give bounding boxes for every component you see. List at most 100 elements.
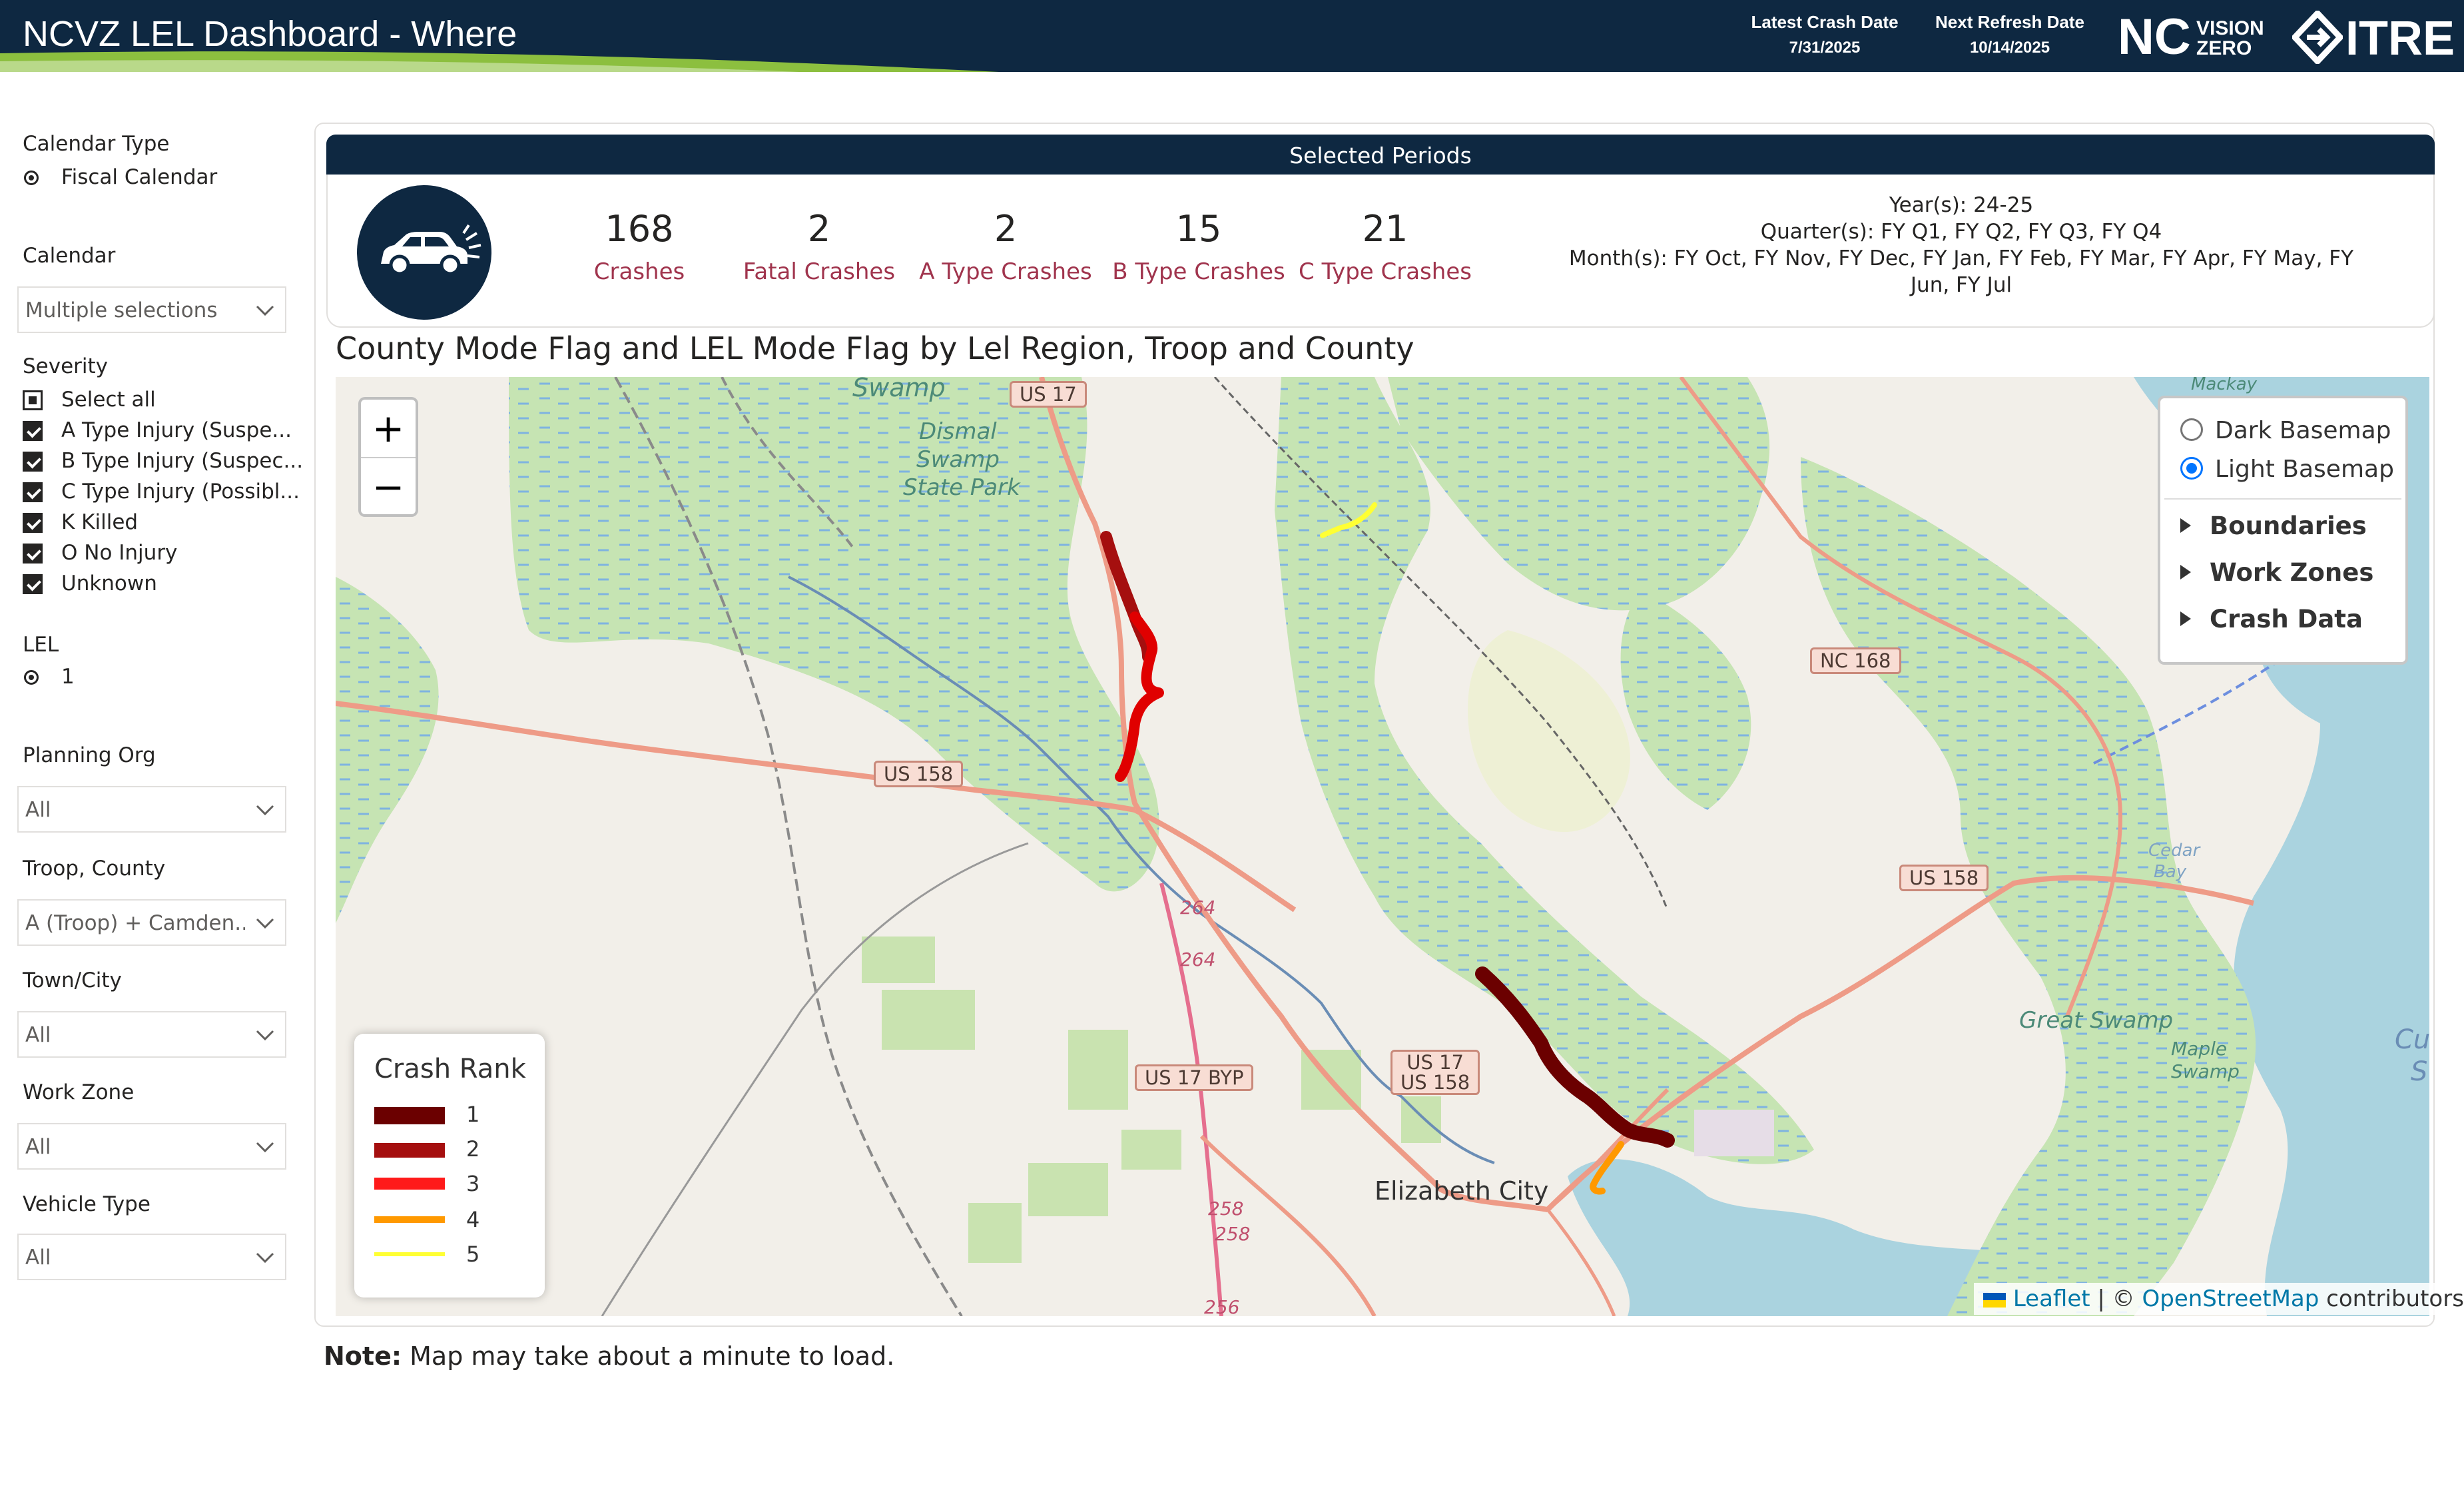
crash-map[interactable]: US 17 US 158 NC 168 US 158 US 17 BYP US … bbox=[336, 377, 2429, 1316]
vehicle-type-dropdown[interactable]: All bbox=[17, 1234, 286, 1280]
legend-label-5: 5 bbox=[466, 1242, 480, 1267]
road-label-us17-us158: US 17 US 158 bbox=[1390, 1050, 1480, 1095]
zoom-control: + − bbox=[358, 397, 418, 517]
calendar-label: Calendar bbox=[23, 244, 116, 268]
crash-segments bbox=[1100, 502, 1675, 1195]
legend-label-1: 1 bbox=[466, 1102, 480, 1127]
map-title: County Mode Flag and LEL Mode Flag by Le… bbox=[336, 330, 1414, 366]
lel-1-radio[interactable] bbox=[24, 670, 39, 685]
kpi-a-type-label: A Type Crashes bbox=[919, 258, 1092, 285]
lel-1-option[interactable]: 1 bbox=[61, 665, 75, 689]
lel-label: LEL bbox=[23, 633, 59, 657]
map-load-note: Note: Map may take about a minute to loa… bbox=[324, 1341, 895, 1371]
layer-group-crash-data[interactable]: Crash Data bbox=[2210, 605, 2363, 633]
troop-county-label: Troop, County bbox=[23, 857, 166, 881]
severity-unknown-checkbox[interactable] bbox=[23, 574, 43, 594]
calendar-type-label: Calendar Type bbox=[23, 132, 170, 156]
map-attribution: Leaflet | © OpenStreetMap contributors bbox=[1974, 1283, 2464, 1315]
dark-basemap-radio[interactable] bbox=[2180, 418, 2203, 441]
town-city-label: Town/City bbox=[23, 968, 122, 992]
place-edge-s: S bbox=[2411, 1056, 2428, 1087]
troop-county-dropdown[interactable]: A (Troop) + Camden... bbox=[17, 899, 286, 946]
road-label-us17-byp: US 17 BYP bbox=[1135, 1064, 1254, 1091]
chevron-down-icon bbox=[256, 305, 274, 316]
kpi-crashes-value: 168 bbox=[605, 208, 674, 250]
chevron-down-icon bbox=[256, 805, 274, 816]
legend-swatch-1 bbox=[374, 1107, 445, 1124]
layer-divider bbox=[2164, 498, 2401, 500]
place-maple-swamp: Swamp bbox=[2171, 1060, 2240, 1082]
periods-months-cont: Jun, FY Jul bbox=[1910, 273, 2012, 297]
zoom-in-button[interactable]: + bbox=[361, 400, 416, 457]
route-264-label: 264 bbox=[1180, 897, 1216, 919]
route-256-label: 256 bbox=[1204, 1296, 1240, 1316]
light-basemap-label[interactable]: Light Basemap bbox=[2215, 456, 2394, 483]
leaflet-link[interactable]: Leaflet bbox=[2013, 1286, 2090, 1312]
severity-b-label[interactable]: B Type Injury (Suspec... bbox=[61, 449, 303, 473]
legend-label-3: 3 bbox=[466, 1171, 480, 1196]
car-crash-icon bbox=[357, 185, 491, 320]
kpi-c-type-label: C Type Crashes bbox=[1299, 258, 1472, 285]
severity-k-checkbox[interactable] bbox=[23, 513, 43, 533]
severity-select-all-label[interactable]: Select all bbox=[61, 388, 156, 412]
vehicle-type-label: Vehicle Type bbox=[23, 1192, 151, 1216]
route-264-label-2: 264 bbox=[1180, 948, 1216, 970]
legend-swatch-3 bbox=[374, 1178, 445, 1190]
work-zone-dropdown[interactable]: All bbox=[17, 1123, 286, 1170]
layer-control: Dark Basemap Light Basemap Boundaries Wo… bbox=[2158, 396, 2408, 665]
place-cedar: Cedar bbox=[2148, 841, 2200, 861]
nc-vision-zero-logo: NC VISION ZERO bbox=[2118, 9, 2264, 65]
severity-label: Severity bbox=[23, 354, 109, 378]
place-swamp: Swamp bbox=[916, 446, 1000, 473]
severity-o-checkbox[interactable] bbox=[23, 544, 43, 563]
dark-basemap-label[interactable]: Dark Basemap bbox=[2215, 417, 2391, 444]
road-label-us158-east: US 158 bbox=[1899, 865, 1989, 891]
town-city-dropdown[interactable]: All bbox=[17, 1011, 286, 1058]
fiscal-calendar-radio[interactable] bbox=[24, 171, 39, 185]
calendar-dropdown[interactable]: Multiple selections bbox=[17, 286, 286, 333]
latest-crash-label: Latest Crash Date bbox=[1751, 12, 1899, 32]
kpi-c-type-value: 21 bbox=[1362, 208, 1408, 250]
planning-org-dropdown[interactable]: All bbox=[17, 786, 286, 833]
selected-periods-title: Selected Periods bbox=[1289, 143, 1472, 169]
ukraine-flag-icon bbox=[1983, 1292, 2006, 1308]
severity-o-label[interactable]: O No Injury bbox=[61, 541, 177, 565]
crash-segment-rank-2 bbox=[1100, 531, 1154, 663]
severity-c-checkbox[interactable] bbox=[23, 482, 43, 502]
severity-a-checkbox[interactable] bbox=[23, 421, 43, 441]
route-258-label: 258 bbox=[1208, 1198, 1244, 1220]
chevron-down-icon bbox=[256, 918, 274, 929]
severity-k-label[interactable]: K Killed bbox=[61, 510, 138, 534]
kpi-crashes-label: Crashes bbox=[593, 258, 685, 285]
expand-triangle-icon bbox=[2180, 518, 2191, 533]
planning-org-label: Planning Org bbox=[23, 743, 156, 767]
next-refresh-value: 10/14/2025 bbox=[1969, 39, 2050, 57]
work-zone-label: Work Zone bbox=[23, 1080, 135, 1104]
layer-group-boundaries[interactable]: Boundaries bbox=[2210, 512, 2367, 540]
severity-select-all-checkbox[interactable] bbox=[23, 390, 43, 410]
chevron-down-icon bbox=[256, 1252, 274, 1264]
route-258-label-2: 258 bbox=[1215, 1223, 1251, 1245]
place-dismal: Dismal bbox=[919, 418, 997, 445]
chevron-down-icon bbox=[256, 1030, 274, 1041]
legend-label-2: 2 bbox=[466, 1136, 480, 1162]
expand-triangle-icon bbox=[2180, 611, 2191, 626]
severity-b-checkbox[interactable] bbox=[23, 452, 43, 472]
place-great-swamp: Great Swamp bbox=[2019, 1007, 2174, 1034]
place-bay: Bay bbox=[2154, 862, 2187, 882]
road-label-us158-west: US 158 bbox=[874, 761, 964, 787]
legend-title: Crash Rank bbox=[374, 1054, 526, 1084]
severity-unknown-label[interactable]: Unknown bbox=[61, 571, 157, 595]
zoom-out-button[interactable]: − bbox=[361, 458, 416, 516]
severity-c-label[interactable]: C Type Injury (Possibl... bbox=[61, 480, 300, 504]
fiscal-calendar-option[interactable]: Fiscal Calendar bbox=[61, 165, 217, 189]
openstreetmap-link[interactable]: OpenStreetMap bbox=[2142, 1286, 2319, 1312]
place-edge-cu: Cu bbox=[2395, 1024, 2429, 1055]
light-basemap-radio[interactable] bbox=[2180, 457, 2203, 480]
severity-a-label[interactable]: A Type Injury (Suspe... bbox=[61, 418, 292, 442]
crash-segment-rank-5 bbox=[1320, 502, 1377, 538]
layer-group-work-zones[interactable]: Work Zones bbox=[2210, 558, 2373, 587]
place-elizabeth-city: Elizabeth City bbox=[1375, 1176, 1549, 1206]
periods-quarters: Quarter(s): FY Q1, FY Q2, FY Q3, FY Q4 bbox=[1760, 220, 2162, 244]
page-title: NCVZ LEL Dashboard - Where bbox=[23, 14, 517, 54]
